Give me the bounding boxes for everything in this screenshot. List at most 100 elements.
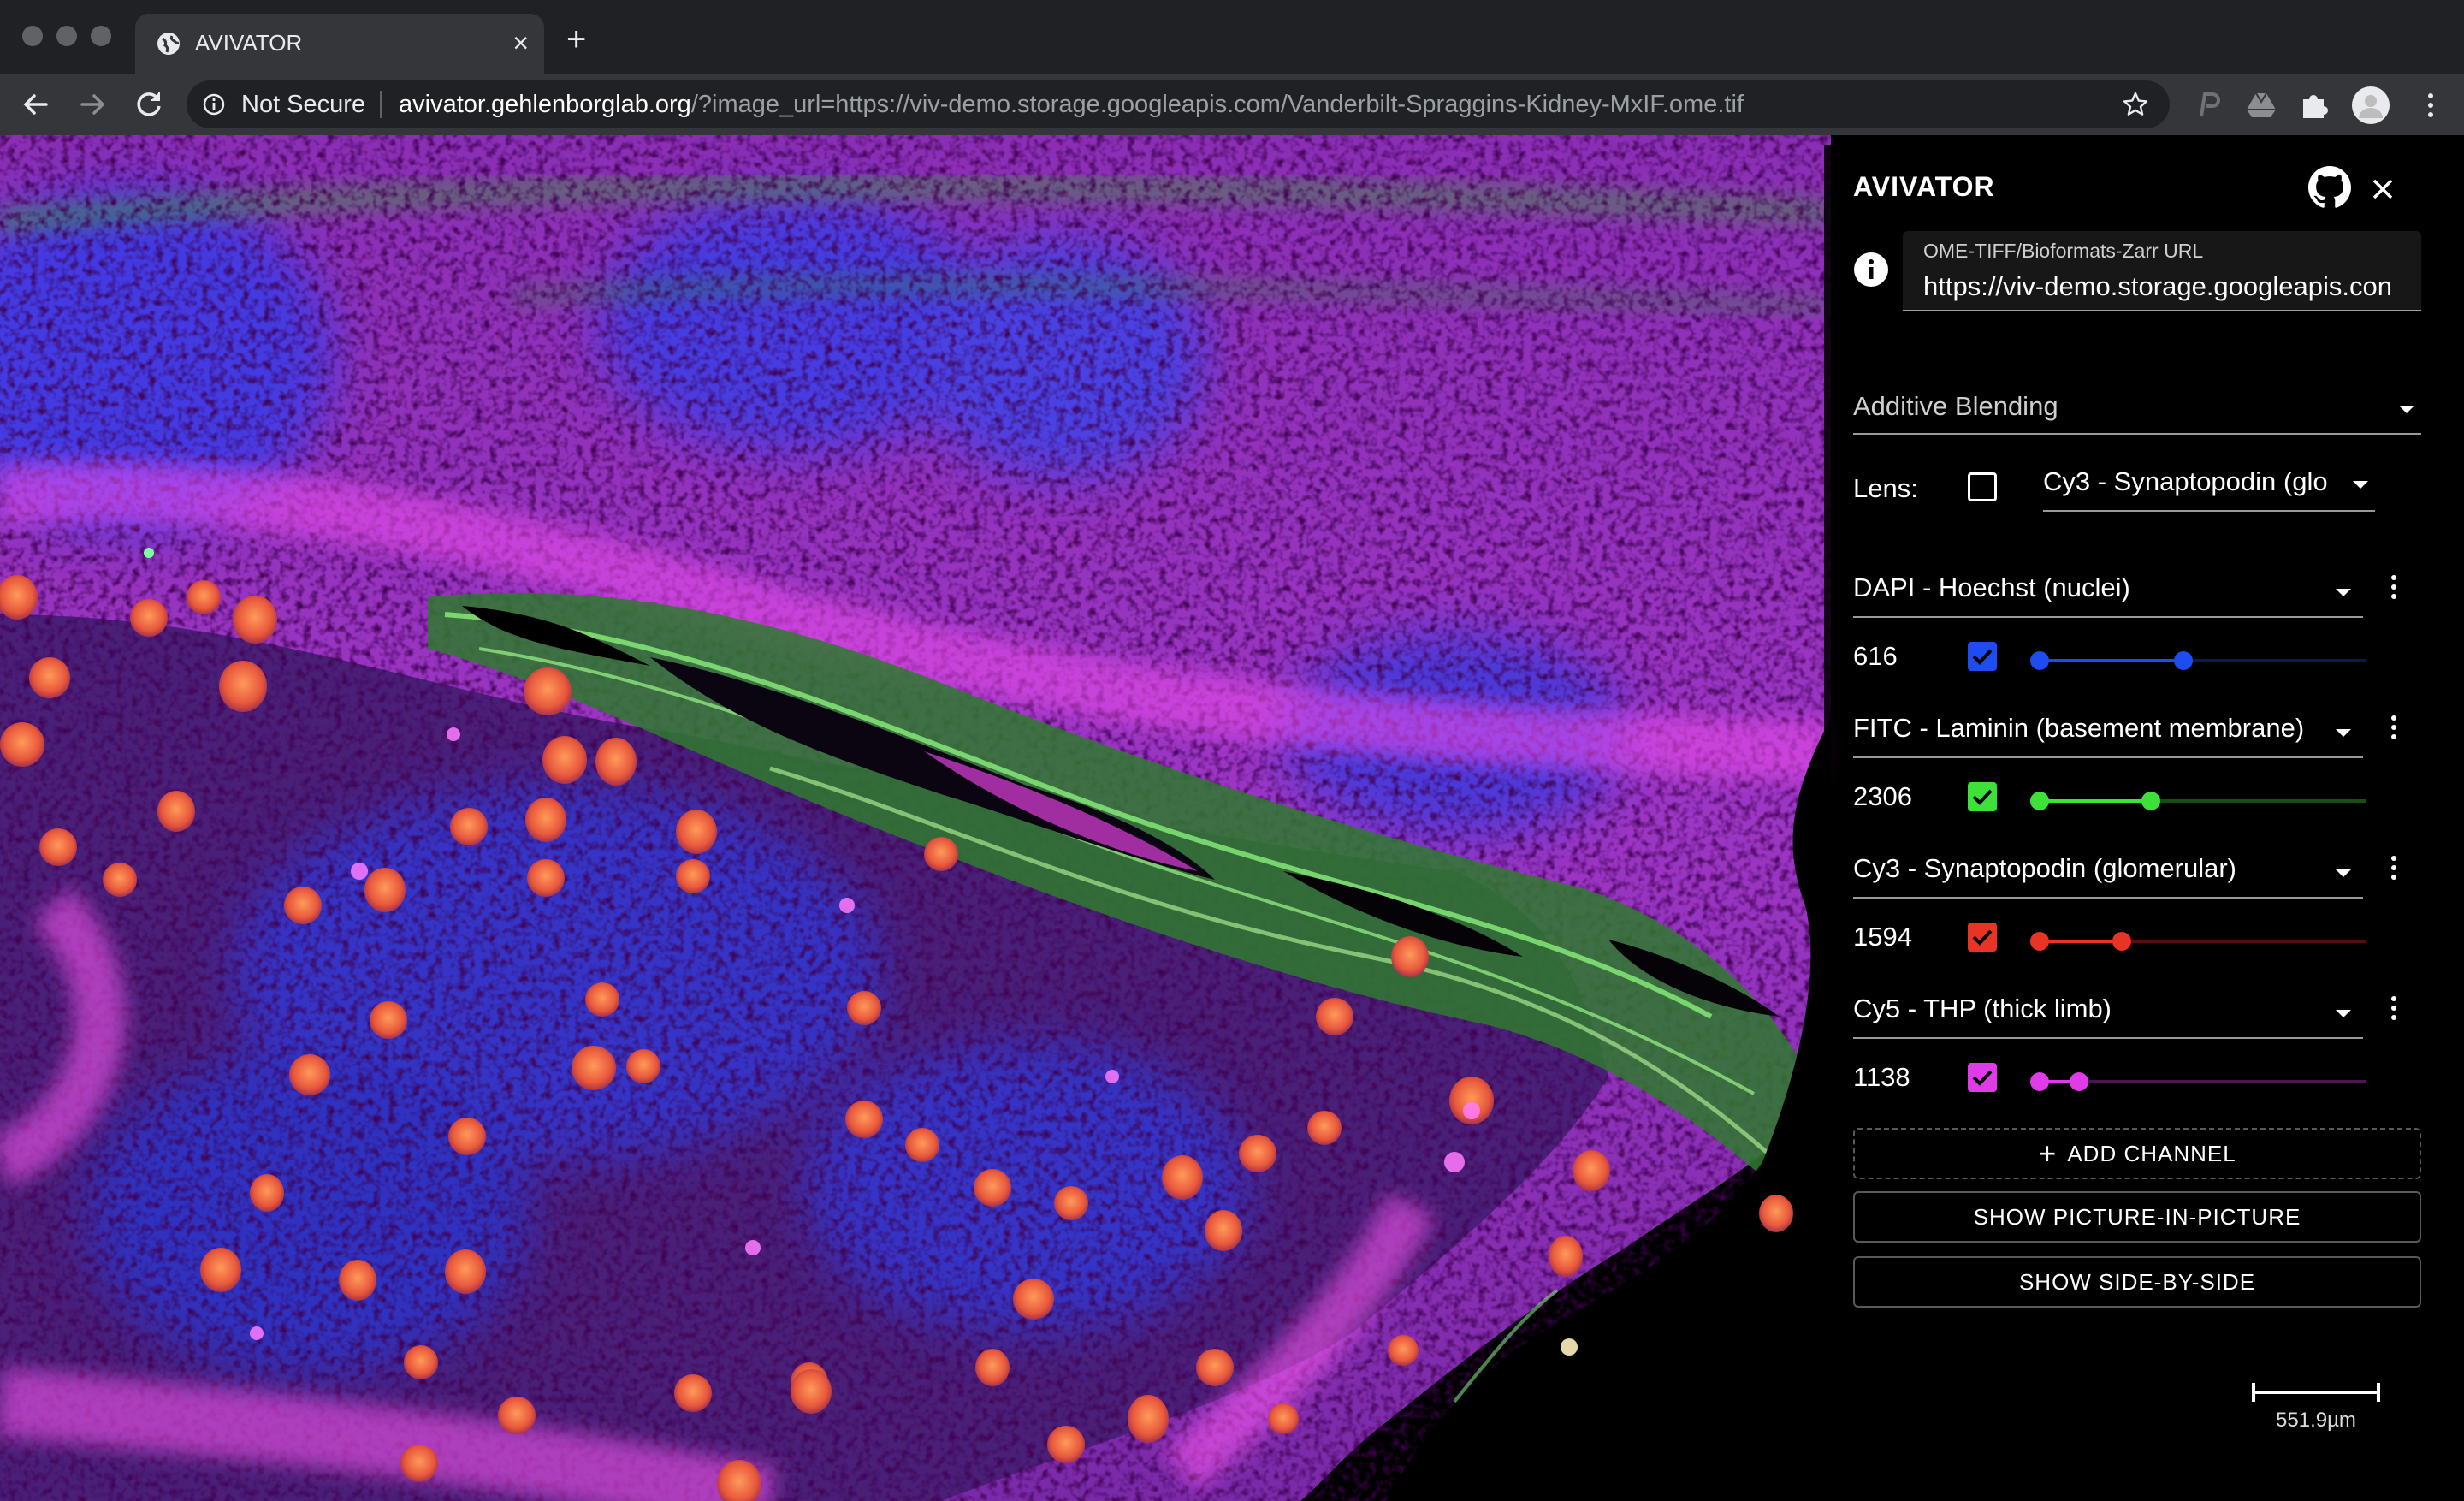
channel-options-icon[interactable] bbox=[2390, 715, 2397, 745]
close-icon[interactable] bbox=[2372, 178, 2394, 200]
channel-slider-cy3[interactable] bbox=[2030, 932, 2366, 951]
extension-p-icon[interactable] bbox=[2192, 89, 2224, 122]
channel-slider-dapi[interactable] bbox=[2030, 651, 2366, 670]
url-field-underline bbox=[1903, 310, 2421, 311]
show-picture-in-picture-button[interactable]: SHOW PICTURE-IN-PICTURE bbox=[1853, 1191, 2421, 1243]
channel-checkbox-cy3[interactable] bbox=[1968, 923, 1997, 952]
window-minimize-dot[interactable] bbox=[56, 26, 77, 46]
channel-checkbox-dapi[interactable] bbox=[1968, 642, 1997, 671]
channel-value: 1594 bbox=[1853, 922, 1912, 952]
channel-select-dapi[interactable]: DAPI - Hoechst (nuclei) bbox=[1853, 568, 2363, 618]
slider-thumb-high[interactable] bbox=[2112, 932, 2131, 951]
lens-channel-select-value: Cy3 - Synaptopodin (glo bbox=[2043, 466, 2328, 496]
checkmark-icon bbox=[1972, 789, 1993, 805]
info-icon[interactable] bbox=[202, 92, 226, 116]
channel-underline bbox=[1853, 1037, 2363, 1039]
lens-underline bbox=[2043, 510, 2375, 512]
url-field-input[interactable]: https://viv-demo.storage.googleapis.con bbox=[1923, 270, 2416, 303]
channel-value: 2306 bbox=[1853, 781, 1912, 811]
slider-thumb-high[interactable] bbox=[2069, 1072, 2088, 1091]
channel-checkbox-fitc[interactable] bbox=[1968, 782, 1997, 811]
checkmark-icon bbox=[1972, 649, 1993, 665]
url-text: avivator.gehlenborglab.org/?image_url=ht… bbox=[399, 89, 1744, 120]
blending-underline bbox=[1853, 433, 2421, 435]
menu-dots-icon[interactable] bbox=[2414, 89, 2447, 122]
window-close-dot[interactable] bbox=[22, 26, 43, 46]
channel-name: FITC - Laminin (basement membrane) bbox=[1853, 713, 2305, 743]
security-label: Not Secure bbox=[241, 91, 366, 118]
channel-select-cy5[interactable]: Cy5 - THP (thick limb) bbox=[1853, 989, 2363, 1039]
drive-icon[interactable] bbox=[2245, 89, 2277, 122]
tab-close-icon[interactable]: × bbox=[512, 26, 529, 60]
url-field-label: OME-TIFF/Bioformats-Zarr URL bbox=[1923, 240, 2204, 262]
blending-select-value: Additive Blending bbox=[1853, 391, 2058, 421]
scale-bar-label: 551.9µm bbox=[2276, 1409, 2356, 1432]
checkmark-icon bbox=[1972, 1070, 1993, 1086]
lens-checkbox[interactable] bbox=[1968, 472, 1997, 501]
channel-slider-fitc[interactable] bbox=[2030, 792, 2366, 810]
channel-value: 616 bbox=[1853, 641, 1898, 671]
browser-toolbar: Not Secure avivator.gehlenborglab.org/?i… bbox=[0, 74, 2464, 136]
add-channel-button[interactable]: + ADD CHANNEL bbox=[1853, 1128, 2421, 1179]
new-tab-icon[interactable]: + bbox=[566, 22, 586, 56]
channel-value: 1138 bbox=[1853, 1062, 1910, 1092]
star-icon[interactable] bbox=[2122, 91, 2149, 118]
slider-thumb-low[interactable] bbox=[2030, 1072, 2049, 1091]
slider-thumb-low[interactable] bbox=[2030, 651, 2049, 670]
slider-thumb-low[interactable] bbox=[2030, 932, 2049, 951]
checkmark-icon bbox=[1972, 929, 1993, 946]
address-divider bbox=[380, 91, 382, 118]
slider-active-range bbox=[2040, 940, 2122, 943]
url-field[interactable]: OME-TIFF/Bioformats-Zarr URL https://viv… bbox=[1903, 231, 2421, 311]
lens-label: Lens: bbox=[1853, 473, 1918, 503]
browser-tabstrip: AVIVATOR × + bbox=[0, 0, 2464, 74]
slider-thumb-low[interactable] bbox=[2030, 792, 2049, 810]
chevron-down-icon bbox=[2336, 729, 2351, 737]
channel-underline bbox=[1853, 897, 2363, 899]
window-maximize-dot[interactable] bbox=[91, 26, 111, 46]
channel-options-icon[interactable] bbox=[2390, 575, 2397, 604]
channel-name: DAPI - Hoechst (nuclei) bbox=[1853, 573, 2130, 602]
slider-active-range bbox=[2040, 659, 2184, 662]
channel-checkbox-cy5[interactable] bbox=[1968, 1063, 1997, 1092]
channel-select-fitc[interactable]: FITC - Laminin (basement membrane) bbox=[1853, 709, 2363, 758]
channel-options-icon[interactable] bbox=[2390, 996, 2397, 1025]
reload-icon[interactable] bbox=[130, 86, 168, 123]
slider-thumb-high[interactable] bbox=[2174, 651, 2194, 670]
url-path: /?image_url=https://viv-demo.storage.goo… bbox=[690, 91, 1744, 118]
puzzle-icon[interactable] bbox=[2298, 89, 2331, 122]
pip-label: SHOW PICTURE-IN-PICTURE bbox=[1973, 1204, 2301, 1230]
channel-slider-cy5[interactable] bbox=[2030, 1072, 2366, 1091]
globe-icon bbox=[157, 33, 180, 55]
chevron-down-icon bbox=[2336, 1010, 2351, 1017]
tab-title: AVIVATOR bbox=[195, 30, 303, 56]
plus-icon: + bbox=[2038, 1136, 2058, 1171]
arrow-left-icon[interactable] bbox=[17, 86, 55, 123]
panel-title: AVIVATOR bbox=[1853, 171, 1995, 202]
controller-panel: AVIVATOR OME-TIFF/Bioformats-Zarr URL ht… bbox=[1824, 145, 2430, 1344]
address-bar[interactable]: Not Secure avivator.gehlenborglab.org/?i… bbox=[187, 80, 2170, 128]
add-channel-label: ADD CHANNEL bbox=[2067, 1141, 2236, 1166]
slider-track bbox=[2040, 1080, 2366, 1083]
chevron-down-icon bbox=[2336, 589, 2351, 596]
channel-name: Cy3 - Synaptopodin (glomerular) bbox=[1853, 853, 2236, 883]
slider-active-range bbox=[2040, 799, 2151, 803]
browser-tab[interactable]: AVIVATOR × bbox=[135, 14, 544, 74]
show-side-by-side-button[interactable]: SHOW SIDE-BY-SIDE bbox=[1853, 1256, 2421, 1308]
avatar[interactable] bbox=[2351, 86, 2390, 125]
channel-underline bbox=[1853, 756, 2363, 758]
scale-bar bbox=[2252, 1383, 2380, 1402]
github-icon[interactable] bbox=[2308, 166, 2351, 209]
chevron-down-icon bbox=[2336, 869, 2351, 877]
arrow-right-icon[interactable] bbox=[74, 86, 111, 123]
channel-select-cy3[interactable]: Cy3 - Synaptopodin (glomerular) bbox=[1853, 849, 2363, 899]
info-icon[interactable] bbox=[1853, 252, 1889, 288]
chevron-down-icon bbox=[2399, 406, 2414, 413]
lens-channel-select[interactable]: Cy3 - Synaptopodin (glo bbox=[2043, 462, 2375, 512]
blending-select[interactable]: Additive Blending bbox=[1853, 387, 2421, 435]
channel-options-icon[interactable] bbox=[2390, 856, 2397, 885]
slider-thumb-high[interactable] bbox=[2141, 792, 2160, 810]
channel-name: Cy5 - THP (thick limb) bbox=[1853, 994, 2112, 1023]
channel-underline bbox=[1853, 616, 2363, 618]
side-by-side-label: SHOW SIDE-BY-SIDE bbox=[2018, 1269, 2256, 1295]
